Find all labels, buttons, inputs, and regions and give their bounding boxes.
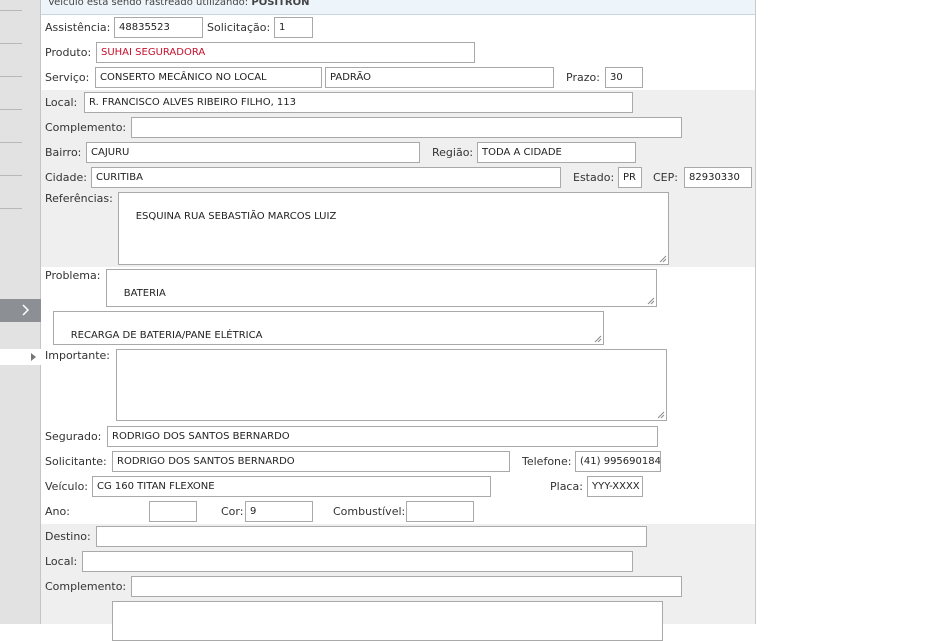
veiculo-input[interactable]: CG 160 TITAN FLEXONE	[92, 476, 491, 497]
tracking-system: POSITRON	[251, 0, 310, 8]
resize-grip-icon[interactable]	[659, 255, 667, 263]
prazo-label: Prazo:	[566, 71, 600, 84]
resize-grip-icon[interactable]	[594, 335, 602, 343]
resize-grip-icon[interactable]	[647, 297, 655, 305]
referencias-textarea[interactable]: ESQUINA RUA SEBASTIÃO MARCOS LUIZ	[118, 192, 669, 265]
tracking-text: Veículo está sendo rastreado utilizando:…	[48, 0, 310, 8]
solicitacao-label: Solicitação:	[207, 21, 271, 34]
local-input[interactable]: R. FRANCISCO ALVES RIBEIRO FILHO, 113	[84, 92, 633, 113]
cep-input[interactable]: 82930330	[684, 167, 752, 188]
ano-label: Ano:	[45, 505, 70, 518]
prazo-input[interactable]: 30	[605, 67, 643, 88]
sidebar-divider	[0, 142, 22, 143]
importante-label: Importante:	[45, 349, 111, 362]
telefone-label: Telefone:	[522, 455, 572, 468]
sidebar-divider	[0, 175, 22, 176]
service-form: Veículo está sendo rastreado utilizando:…	[41, 0, 756, 641]
sidebar-expand-button[interactable]	[0, 299, 41, 322]
local-label: Local:	[45, 96, 78, 109]
produto-label: Produto:	[45, 46, 92, 59]
cor-input[interactable]: 9	[245, 501, 313, 522]
assistencia-input[interactable]: 48835523	[114, 17, 203, 38]
destino-complemento-label: Complemento:	[45, 580, 127, 593]
sidebar-divider	[0, 76, 22, 77]
servico-input[interactable]: CONSERTO MECÂNICO NO LOCAL	[95, 67, 322, 88]
problema-detalhe-textarea[interactable]: RECARGA DE BATERIA/PANE ELÉTRICA	[53, 311, 604, 345]
chevron-right-icon	[22, 304, 30, 316]
destino-local-input[interactable]	[82, 551, 633, 572]
cor-label: Cor:	[221, 505, 244, 518]
cep-label: CEP:	[653, 171, 678, 184]
regiao-label: Região:	[432, 146, 474, 159]
servico-tipo-input[interactable]: PADRÃO	[325, 67, 554, 88]
destino-label: Destino:	[45, 530, 91, 543]
complemento-label: Complemento:	[45, 121, 127, 134]
segurado-input[interactable]: RODRIGO DOS SANTOS BERNARDO	[107, 426, 658, 447]
combustivel-label: Combustível:	[333, 505, 406, 518]
problema-label: Problema:	[45, 269, 101, 282]
complemento-input[interactable]	[131, 117, 682, 138]
destino-referencias-textarea[interactable]	[112, 601, 663, 641]
sidebar-divider	[0, 109, 22, 110]
estado-label: Estado:	[573, 171, 615, 184]
problema-textarea[interactable]: BATERIA	[106, 269, 657, 307]
produto-input[interactable]: SUHAI SEGURADORA	[96, 42, 475, 63]
destino-input[interactable]	[96, 526, 647, 547]
triangle-right-icon	[31, 353, 36, 361]
solicitacao-input[interactable]: 1	[274, 17, 313, 38]
sidebar-divider	[0, 10, 22, 11]
cidade-label: Cidade:	[45, 171, 87, 184]
referencias-label: Referências:	[45, 192, 113, 205]
destino-local-label: Local:	[45, 555, 78, 568]
regiao-input[interactable]: TODA A CIDADE	[477, 142, 636, 163]
problema-detalhe-text: RECARGA DE BATERIA/PANE ELÉTRICA	[70, 330, 263, 341]
servico-label: Serviço:	[45, 71, 90, 84]
estado-input[interactable]: PR	[618, 167, 642, 188]
ano-input[interactable]	[149, 501, 197, 522]
problema-text: BATERIA	[123, 288, 166, 299]
left-sidebar	[0, 0, 41, 624]
referencias-text: ESQUINA RUA SEBASTIÃO MARCOS LUIZ	[135, 211, 337, 222]
segurado-label: Segurado:	[45, 430, 102, 443]
importante-textarea[interactable]	[116, 349, 667, 421]
combustivel-input[interactable]	[406, 501, 474, 522]
resize-grip-icon[interactable]	[657, 411, 665, 419]
tracking-bar: Veículo está sendo rastreado utilizando:…	[41, 0, 755, 15]
telefone-input[interactable]: (41) 995690184	[575, 451, 661, 472]
bairro-label: Bairro:	[45, 146, 82, 159]
placa-input[interactable]: YYY-XXXX	[587, 476, 643, 497]
sidebar-selected-item[interactable]	[0, 349, 41, 365]
destino-complemento-input[interactable]	[131, 576, 682, 597]
solicitante-label: Solicitante:	[45, 455, 107, 468]
assistencia-label: Assistência:	[45, 21, 111, 34]
solicitante-input[interactable]: RODRIGO DOS SANTOS BERNARDO	[112, 451, 510, 472]
bairro-input[interactable]: CAJURU	[86, 142, 420, 163]
veiculo-label: Veículo:	[45, 480, 89, 493]
cidade-input[interactable]: CURITIBA	[91, 167, 561, 188]
sidebar-divider	[0, 43, 22, 44]
sidebar-divider	[0, 208, 22, 209]
placa-label: Placa:	[550, 480, 583, 493]
